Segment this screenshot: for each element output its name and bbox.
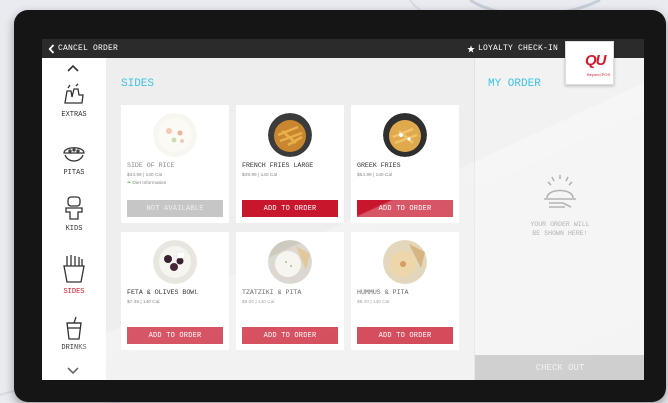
product-name: FETA & OLIVES BOWL	[127, 289, 199, 296]
french-fries-image	[268, 113, 312, 157]
not-available-button: NOT AVAILABLE	[127, 200, 223, 217]
side-of-rice-image	[153, 113, 197, 157]
star-icon	[467, 44, 475, 52]
product-price-calories: $44.99 | 140 Cal	[127, 173, 163, 178]
pita-icon	[63, 147, 85, 162]
category-sidebar: EXTRAS PITAS KIDS SIDES DRINKS	[42, 58, 106, 380]
brand-logo: QU Beyond POS	[565, 41, 614, 85]
chevron-up-icon[interactable]	[65, 63, 81, 73]
product-name: SIDE OF RICE	[127, 162, 175, 169]
product-card[interactable]: SIDE OF RICE $44.99 | 140 Cal ❧ Diet Inf…	[121, 105, 229, 223]
add-to-order-button[interactable]: ADD TO ORDER	[242, 327, 338, 344]
sidebar-item-label: PITAS	[63, 169, 85, 177]
sidebar-item-label: EXTRAS	[61, 111, 87, 119]
check-out-button[interactable]: CHECK OUT	[475, 355, 644, 380]
sidebar-item-pitas[interactable]: PITAS	[42, 143, 106, 177]
sidebar-item-drinks[interactable]: DRINKS	[42, 316, 106, 352]
diet-information-link[interactable]: ❧ Diet Information	[127, 181, 166, 186]
product-card[interactable]: FETA & OLIVES BOWL $7.49 | 140 Cal ADD T…	[121, 232, 229, 350]
sidebar-item-label: DRINKS	[61, 344, 87, 352]
sidebar-item-sides[interactable]: SIDES	[42, 254, 106, 296]
section-title: SIDES	[121, 78, 155, 90]
top-bar: CANCEL ORDER LOYALTY CHECK-IN	[42, 39, 644, 58]
feta-olives-bowl-image	[153, 240, 197, 284]
extras-icon	[64, 83, 84, 104]
serving-tray-icon	[544, 175, 576, 208]
my-order-title: MY ORDER	[488, 78, 541, 90]
my-order-panel: MY ORDER YOUR ORDER WILL BE SHOWN HERE! …	[474, 58, 644, 380]
add-to-order-button[interactable]: ADD TO ORDER	[357, 327, 453, 344]
sidebar-item-label: SIDES	[63, 288, 85, 296]
cancel-order-label: CANCEL ORDER	[58, 44, 119, 53]
loyalty-check-in-button[interactable]: LOYALTY CHECK-IN	[467, 39, 558, 58]
menu-content: SIDES SIDE OF RICE $44.99 | 140 Cal ❧ Di…	[106, 58, 474, 380]
product-card[interactable]: TZATZIKI & PITA $8.00 | 140 Cal ADD TO O…	[236, 232, 344, 350]
product-price-calories: $49.99 | 140 Cal	[242, 173, 278, 178]
product-name: HUMMUS & PITA	[357, 289, 409, 296]
logo-mark: QU	[585, 52, 606, 69]
product-name: TZATZIKI & PITA	[242, 289, 302, 296]
add-to-order-button[interactable]: ADD TO ORDER	[127, 327, 223, 344]
sidebar-item-kids[interactable]: KIDS	[42, 195, 106, 233]
product-price-calories: $8.40 | 140 Cal	[357, 300, 390, 305]
product-card[interactable]: FRENCH FRIES LARGE $49.99 | 140 Cal ADD …	[236, 105, 344, 223]
sidebar-item-extras[interactable]: EXTRAS	[42, 83, 106, 119]
product-card[interactable]: GREEK FRIES $54.99 | 140 Cal ADD TO ORDE…	[351, 105, 459, 223]
sidebar-item-label: KIDS	[65, 225, 83, 233]
loyalty-check-in-label: LOYALTY CHECK-IN	[478, 44, 559, 53]
diet-information-label: Diet Information	[132, 181, 167, 186]
add-to-order-button[interactable]: ADD TO ORDER	[242, 200, 338, 217]
product-price-calories: $8.00 | 140 Cal	[242, 300, 275, 305]
fries-icon	[63, 255, 85, 283]
product-name: GREEK FRIES	[357, 162, 401, 169]
product-card[interactable]: HUMMUS & PITA $8.40 | 140 Cal ADD TO ORD…	[351, 232, 459, 350]
product-price-calories: $7.49 | 140 Cal	[127, 300, 160, 305]
kiosk-screen: CANCEL ORDER LOYALTY CHECK-IN QU Beyond …	[42, 39, 644, 380]
chevron-down-icon[interactable]	[65, 366, 81, 376]
logo-subtitle: Beyond POS	[587, 72, 611, 77]
product-name: FRENCH FRIES LARGE	[242, 162, 314, 169]
product-price-calories: $54.99 | 140 Cal	[357, 173, 393, 178]
tzatziki-pita-image	[268, 240, 312, 284]
add-to-order-button[interactable]: ADD TO ORDER	[357, 200, 453, 217]
kids-icon	[65, 196, 83, 220]
drink-icon	[66, 316, 82, 340]
hummus-pita-image	[383, 240, 427, 284]
empty-order-message: YOUR ORDER WILL BE SHOWN HERE!	[530, 221, 590, 237]
greek-fries-image	[383, 113, 427, 157]
cancel-order-button[interactable]: CANCEL ORDER	[48, 39, 118, 58]
chevron-left-icon	[48, 43, 55, 54]
leaf-icon: ❧	[127, 181, 132, 186]
